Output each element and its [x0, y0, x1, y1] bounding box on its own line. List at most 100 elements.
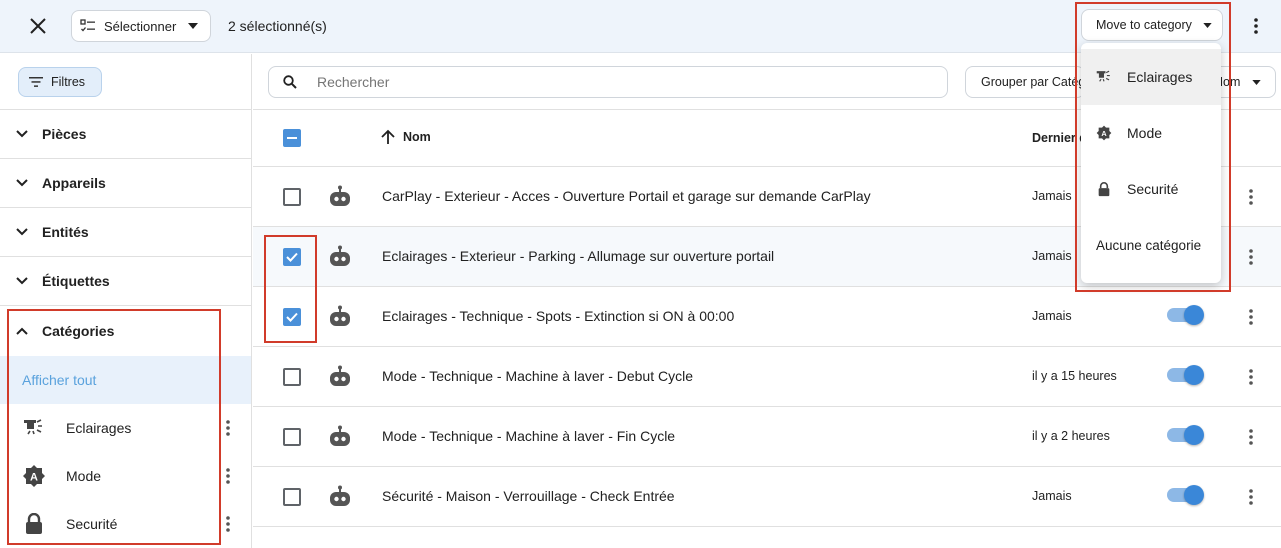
- last-triggered: Jamais: [1032, 309, 1072, 323]
- kebab-menu-icon: [1254, 18, 1258, 34]
- row-checkbox[interactable]: [283, 368, 301, 386]
- kebab-menu-icon: [1249, 369, 1253, 385]
- category-options-button[interactable]: [220, 512, 236, 536]
- group-by-button[interactable]: Grouper par Catégorie: [965, 66, 1085, 98]
- menu-item-label: Aucune catégorie: [1096, 237, 1202, 253]
- arrow-up-icon: [381, 129, 395, 144]
- kebab-menu-icon: [1249, 429, 1253, 445]
- last-triggered: il y a 2 heures: [1032, 429, 1110, 443]
- chevron-down-icon: [16, 130, 28, 138]
- menu-item-mode[interactable]: A Mode: [1081, 105, 1221, 161]
- chevron-down-icon: [16, 179, 28, 187]
- section-label: Pièces: [42, 126, 87, 142]
- caret-down-icon: [1203, 22, 1212, 28]
- section-entites[interactable]: Entités: [0, 208, 251, 257]
- select-list-icon: [80, 19, 95, 32]
- row-checkbox[interactable]: [283, 188, 301, 206]
- category-label: Mode: [66, 468, 102, 484]
- category-label: Securité: [66, 516, 118, 532]
- select-mode-button[interactable]: Sélectionner: [71, 10, 211, 42]
- category-label: Eclairages: [66, 420, 132, 436]
- check-icon: [286, 312, 298, 322]
- kebab-menu-icon: [226, 516, 230, 532]
- kebab-menu-icon: [226, 420, 230, 436]
- filter-lines-icon: [29, 77, 43, 87]
- enabled-toggle[interactable]: [1167, 305, 1204, 325]
- row-options-button[interactable]: [1243, 305, 1259, 329]
- enabled-toggle[interactable]: [1167, 425, 1204, 445]
- move-to-category-button[interactable]: Move to category: [1081, 9, 1223, 41]
- row-options-button[interactable]: [1243, 425, 1259, 449]
- row-checkbox[interactable]: [283, 308, 301, 326]
- selected-count: 2 sélectionné(s): [228, 18, 327, 34]
- table-row[interactable]: Sécurité - Maison - Verrouillage - Check…: [253, 467, 1281, 527]
- category-item-mode[interactable]: A Mode: [0, 452, 251, 500]
- row-options-button[interactable]: [1243, 365, 1259, 389]
- automation-name: CarPlay - Exterieur - Acces - Ouverture …: [382, 188, 871, 204]
- kebab-menu-icon: [226, 468, 230, 484]
- table-row[interactable]: Mode - Technique - Machine à laver - Fin…: [253, 407, 1281, 467]
- section-appareils[interactable]: Appareils: [0, 159, 251, 208]
- automation-name: Sécurité - Maison - Verrouillage - Check…: [382, 488, 675, 504]
- kebab-menu-icon: [1249, 489, 1253, 505]
- svg-text:A: A: [1101, 129, 1107, 138]
- move-to-category-menu: Eclairages A Mode Securité Aucune catégo…: [1081, 43, 1221, 283]
- table-row[interactable]: Eclairages - Technique - Spots - Extinct…: [253, 287, 1281, 347]
- category-options-button[interactable]: [220, 416, 236, 440]
- mode-badge-icon: A: [22, 464, 46, 488]
- row-checkbox[interactable]: [283, 428, 301, 446]
- search-icon: [283, 75, 297, 89]
- filters-row: Filtres: [0, 54, 251, 110]
- enabled-toggle[interactable]: [1167, 365, 1204, 385]
- row-options-button[interactable]: [1243, 485, 1259, 509]
- check-icon: [286, 252, 298, 262]
- row-checkbox[interactable]: [283, 248, 301, 266]
- close-selection-button[interactable]: [24, 12, 52, 40]
- category-options-button[interactable]: [220, 464, 236, 488]
- automation-name: Eclairages - Technique - Spots - Extinct…: [382, 308, 735, 324]
- category-item-eclairages[interactable]: Eclairages: [0, 404, 251, 452]
- indeterminate-icon: [287, 137, 297, 139]
- kebab-menu-icon: [1249, 249, 1253, 265]
- menu-item-label: Mode: [1127, 125, 1163, 141]
- filter-sidebar: Filtres Pièces Appareils Entités Étiquet…: [0, 54, 252, 548]
- table-row[interactable]: Mode - Technique - Machine à laver - Deb…: [253, 347, 1281, 407]
- toggle-knob: [1184, 365, 1204, 385]
- kebab-menu-icon: [1249, 189, 1253, 205]
- row-options-button[interactable]: [1243, 185, 1259, 209]
- section-label: Catégories: [42, 323, 115, 339]
- name-column-header[interactable]: Nom: [381, 129, 431, 145]
- last-triggered-header[interactable]: Dernier déclenchement: [1032, 131, 1082, 145]
- filters-button[interactable]: Filtres: [18, 67, 102, 97]
- close-icon: [30, 18, 46, 34]
- chevron-down-icon: [16, 228, 28, 236]
- category-item-securite[interactable]: Securité: [0, 500, 251, 548]
- toggle-knob: [1184, 485, 1204, 505]
- menu-item-label: Securité: [1127, 181, 1179, 197]
- section-categories[interactable]: Catégories: [0, 306, 251, 356]
- menu-item-label: Eclairages: [1127, 69, 1193, 85]
- menu-item-eclairages[interactable]: Eclairages: [1081, 49, 1221, 105]
- last-triggered: Jamais: [1032, 489, 1072, 503]
- enabled-toggle[interactable]: [1167, 485, 1204, 505]
- lock-icon: [1095, 180, 1113, 198]
- select-all-checkbox[interactable]: [283, 129, 301, 147]
- ceiling-light-icon: [1095, 68, 1113, 86]
- lock-icon: [22, 512, 46, 536]
- section-pieces[interactable]: Pièces: [0, 110, 251, 159]
- robot-icon: [330, 245, 350, 266]
- more-options-button[interactable]: [1244, 12, 1268, 40]
- robot-icon: [330, 365, 350, 386]
- robot-icon: [330, 425, 350, 446]
- row-checkbox[interactable]: [283, 488, 301, 506]
- row-options-button[interactable]: [1243, 245, 1259, 269]
- menu-item-securite[interactable]: Securité: [1081, 161, 1221, 217]
- chevron-down-icon: [16, 277, 28, 285]
- show-all-categories[interactable]: Afficher tout: [0, 356, 251, 404]
- svg-text:A: A: [30, 472, 38, 484]
- kebab-menu-icon: [1249, 309, 1253, 325]
- section-etiquettes[interactable]: Étiquettes: [0, 257, 251, 306]
- menu-item-no-category[interactable]: Aucune catégorie: [1081, 217, 1221, 273]
- search-input[interactable]: [317, 74, 917, 90]
- last-triggered: il y a 15 heures: [1032, 369, 1117, 383]
